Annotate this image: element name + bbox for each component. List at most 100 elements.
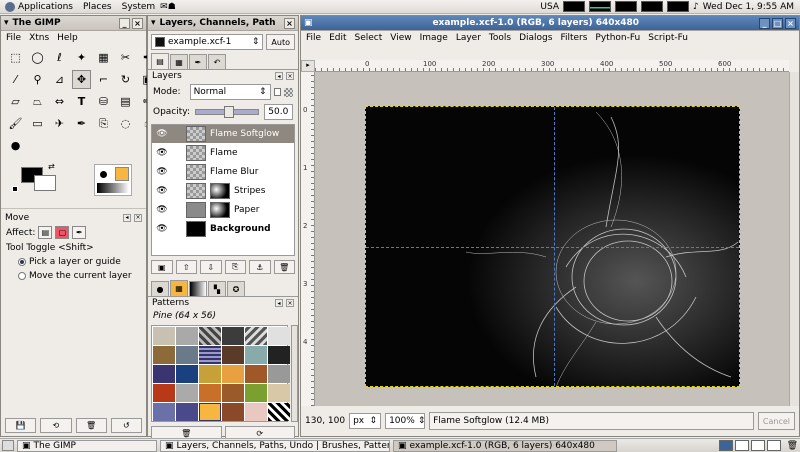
text-icon[interactable]: T [72, 92, 91, 111]
duplicate-layer-button[interactable]: ⎘ [224, 260, 246, 274]
system-menu[interactable]: System [117, 2, 161, 12]
minimize-button[interactable]: _ [119, 17, 130, 29]
close-button[interactable]: × [132, 17, 143, 29]
fuzzy-select-icon[interactable]: ✦ [72, 48, 91, 67]
toolbox-titlebar[interactable]: ▾ The GIMP _ × [1, 16, 146, 31]
clone-icon[interactable]: ⎘ [94, 114, 113, 133]
cpu-monitor[interactable] [563, 1, 586, 12]
window-menu-icon[interactable]: ▾ [151, 18, 156, 28]
tab-palettes[interactable]: ▚ [208, 281, 226, 296]
eye-icon[interactable]: 👁 [156, 129, 168, 139]
pattern-item[interactable] [153, 365, 175, 383]
blend-icon[interactable]: ▤ [116, 92, 135, 111]
new-layer-button[interactable]: ▣ [151, 260, 173, 274]
menu-file[interactable]: File [6, 33, 21, 43]
menu-file[interactable]: File [306, 33, 321, 43]
applications-menu[interactable]: Applications [0, 1, 78, 12]
pick-layer-option[interactable]: Pick a layer or guide [1, 255, 146, 269]
pattern-item[interactable] [199, 384, 221, 402]
airbrush-icon[interactable]: ✈ [50, 114, 69, 133]
menu-select[interactable]: Select [355, 33, 383, 43]
dock-close-button[interactable]: × [286, 299, 294, 307]
layer-mask-thumb[interactable] [210, 202, 230, 218]
eye-icon[interactable]: 👁 [156, 205, 168, 215]
layer-mask-thumb[interactable] [210, 183, 230, 199]
unit-select[interactable]: px ⇕ [349, 413, 382, 429]
affect-selection-button[interactable]: ▢ [55, 226, 70, 239]
tab-brushes[interactable]: ● [151, 281, 169, 296]
pattern-item[interactable] [176, 346, 198, 364]
mode-select[interactable]: Normal ⇕ [189, 84, 271, 100]
blur-icon[interactable]: ◌ [116, 114, 135, 133]
dock-close-button[interactable]: × [134, 213, 142, 222]
dock-close-button[interactable]: × [286, 72, 294, 80]
pattern-item[interactable] [153, 346, 175, 364]
pattern-item[interactable] [199, 346, 221, 364]
auto-button[interactable]: Auto [266, 34, 295, 50]
swap-colors-icon[interactable]: ⇄ [48, 162, 55, 171]
dodge-burn-icon[interactable]: ● [6, 136, 25, 155]
tab-paths[interactable]: ✒ [189, 54, 207, 69]
pattern-item[interactable] [199, 403, 221, 421]
layer-row[interactable]: 👁 Background [152, 220, 294, 239]
raise-layer-button[interactable]: ⇧ [175, 260, 197, 274]
pattern-item[interactable] [199, 365, 221, 383]
horizontal-ruler[interactable]: 0 100 200 300 400 500 600 [315, 60, 789, 72]
layer-row[interactable]: 👁 Stripes [152, 182, 294, 201]
patterns-scrollbar[interactable] [291, 325, 298, 422]
restore-options-button[interactable]: ⟲ [40, 418, 72, 433]
affect-path-button[interactable]: ✒ [72, 226, 87, 239]
scissors-icon[interactable]: ✂ [116, 48, 135, 67]
cancel-button[interactable]: Cancel [757, 412, 795, 430]
zoom-icon[interactable]: ⚲ [28, 70, 47, 89]
move-icon[interactable]: ✥ [72, 70, 91, 89]
tab-patterns[interactable]: ▦ [170, 280, 188, 296]
tab-undo[interactable]: ↶ [208, 54, 226, 69]
trash-icon[interactable]: 🗑 [787, 441, 798, 451]
dock-menu-button[interactable]: ◂ [275, 299, 283, 307]
eye-icon[interactable]: 👁 [156, 186, 168, 196]
task-image[interactable]: ▣ example.xcf-1.0 (RGB, 6 layers) 640x48… [393, 439, 617, 452]
crop-icon[interactable]: ⌐ [94, 70, 113, 89]
pattern-item[interactable] [268, 384, 290, 402]
dock-menu-button[interactable]: ◂ [275, 72, 283, 80]
anchor-layer-button[interactable]: ⚓ [249, 260, 271, 274]
menu-edit[interactable]: Edit [329, 33, 346, 43]
vertical-ruler[interactable]: 0 1 2 3 4 [301, 72, 315, 406]
menu-python-fu[interactable]: Python-Fu [595, 33, 640, 43]
slider-handle[interactable] [224, 106, 234, 118]
workspace-1[interactable] [718, 440, 733, 451]
eye-icon[interactable]: 👁 [156, 224, 168, 234]
keep-transparency-checkbox[interactable] [273, 88, 282, 96]
affect-layer-button[interactable]: ▤ [38, 226, 53, 239]
eraser-icon[interactable]: ▭ [28, 114, 47, 133]
delete-layer-button[interactable]: 🗑 [273, 260, 295, 274]
flip-icon[interactable]: ⇔ [50, 92, 69, 111]
close-button[interactable]: × [785, 17, 796, 29]
places-menu[interactable]: Places [78, 2, 117, 12]
perspective-icon[interactable]: ⏢ [28, 92, 47, 111]
lower-layer-button[interactable]: ⇩ [200, 260, 222, 274]
pattern-item[interactable] [245, 327, 267, 345]
menu-tools[interactable]: Tools [489, 33, 511, 43]
pattern-item[interactable] [176, 327, 198, 345]
keyboard-indicator[interactable]: USA [540, 2, 559, 12]
pattern-item[interactable] [153, 384, 175, 402]
ellipse-select-icon[interactable]: ◯ [28, 48, 47, 67]
tab-gradients[interactable] [189, 281, 207, 296]
task-layers[interactable]: ▣ Layers, Channels, Paths, Undo | Brushe… [160, 439, 390, 452]
pattern-item[interactable] [268, 403, 290, 421]
vertical-scrollbar[interactable] [789, 72, 799, 406]
load-monitor[interactable] [667, 1, 690, 12]
menu-filters[interactable]: Filters [560, 33, 587, 43]
paintbrush-icon[interactable]: 🖌 [6, 114, 25, 133]
free-select-icon[interactable]: ℓ [50, 48, 69, 67]
menu-dialogs[interactable]: Dialogs [519, 33, 552, 43]
image-titlebar[interactable]: ▣ example.xcf-1.0 (RGB, 6 layers) 640x48… [301, 16, 799, 31]
close-button[interactable]: × [284, 17, 295, 29]
launcher-icon[interactable]: ✉ [160, 2, 168, 12]
eye-icon[interactable]: 👁 [156, 148, 168, 158]
delete-options-button[interactable]: 🗑 [75, 418, 107, 433]
tab-layers[interactable]: ▤ [151, 53, 169, 69]
workspace-4[interactable] [766, 440, 781, 451]
